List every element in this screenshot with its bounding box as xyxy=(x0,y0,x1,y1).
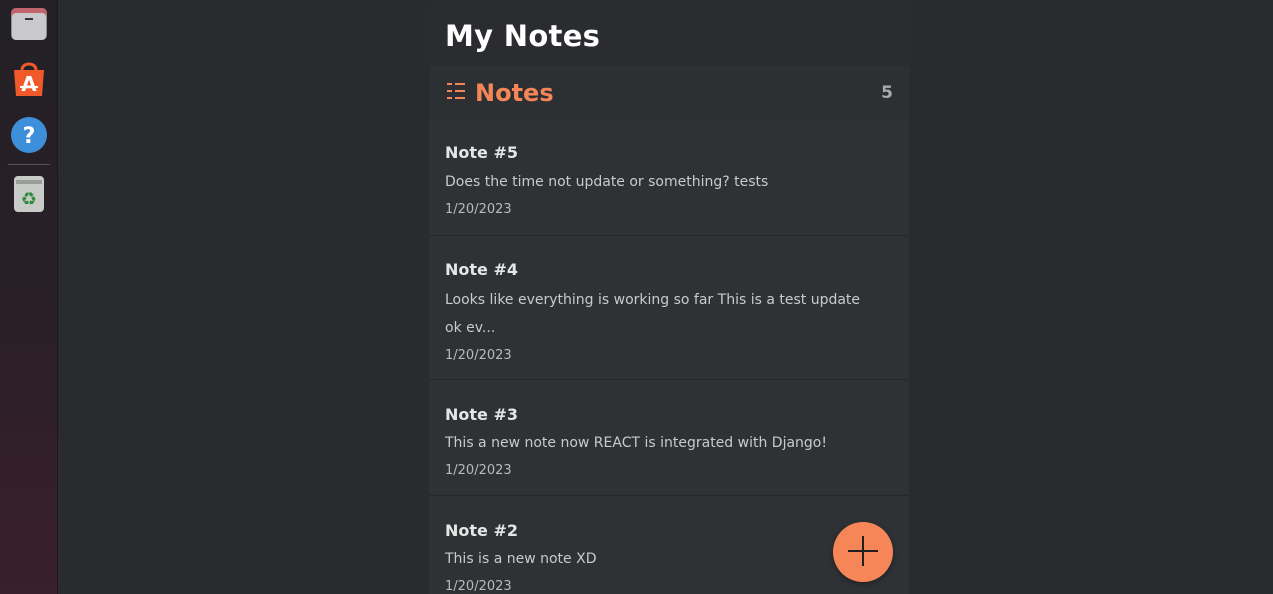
note-date: 1/20/2023 xyxy=(445,202,512,217)
notes-section-title: Notes xyxy=(475,79,554,107)
note-title: Note #4 xyxy=(445,260,518,279)
note-body: This a new note now REACT is integrated … xyxy=(445,435,827,451)
notes-header: Notes 5 xyxy=(429,66,909,120)
note-title: Note #2 xyxy=(445,521,518,540)
plus-icon xyxy=(846,534,880,571)
notes-list: Note #5 Does the time not update or some… xyxy=(429,120,909,594)
files-app-icon[interactable] xyxy=(10,4,48,42)
help-icon[interactable]: ? xyxy=(10,116,48,154)
note-item[interactable]: Note #3 This a new note now REACT is int… xyxy=(429,380,909,496)
note-date: 1/20/2023 xyxy=(445,348,512,363)
note-body: Looks like everything is working so far … xyxy=(445,292,861,336)
dock: A ? ♻ xyxy=(0,0,58,594)
note-item[interactable]: Note #5 Does the time not update or some… xyxy=(429,120,909,236)
note-body: This is a new note XD xyxy=(445,551,597,567)
add-note-button[interactable] xyxy=(833,522,893,582)
app-header: My Notes xyxy=(429,5,909,66)
dock-separator xyxy=(8,164,50,165)
notes-app: My Notes Notes 5 Note #5 Does the time n… xyxy=(429,5,909,594)
note-title: Note #5 xyxy=(445,143,518,162)
notes-count: 5 xyxy=(881,83,893,103)
notes-title-wrap: Notes xyxy=(445,79,554,107)
svg-text:A: A xyxy=(21,72,37,96)
note-body: Does the time not update or something? t… xyxy=(445,174,769,190)
note-date: 1/20/2023 xyxy=(445,579,512,594)
note-item[interactable]: Note #4 Looks like everything is working… xyxy=(429,236,909,380)
trash-icon[interactable]: ♻ xyxy=(10,175,48,213)
app-title: My Notes xyxy=(445,19,601,53)
note-title: Note #3 xyxy=(445,405,518,424)
note-date: 1/20/2023 xyxy=(445,463,512,478)
app-center-icon[interactable]: A xyxy=(10,60,48,98)
svg-text:♻: ♻ xyxy=(21,189,37,210)
list-icon xyxy=(445,80,467,106)
svg-text:?: ? xyxy=(23,124,36,149)
